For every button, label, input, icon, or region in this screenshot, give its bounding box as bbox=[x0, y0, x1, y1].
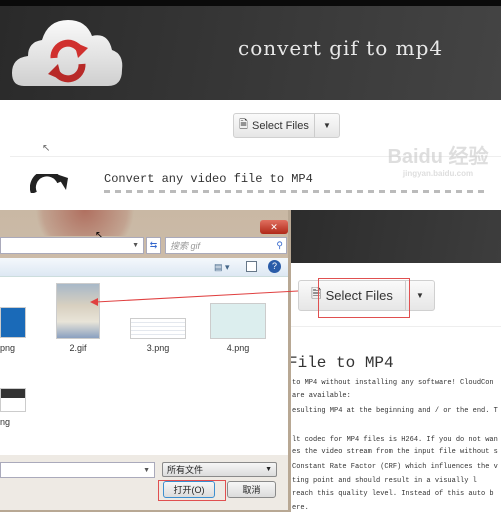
highlight-box-select bbox=[318, 278, 410, 318]
body-text: reach this quality level. Instead of thi… bbox=[292, 490, 494, 498]
search-placeholder: 搜索 gif bbox=[170, 241, 201, 251]
select-files-label: Select Files bbox=[252, 119, 309, 132]
file-name: png bbox=[0, 343, 16, 353]
body-text: lt codec for MP4 files is H264. If you d… bbox=[292, 436, 498, 444]
refresh-icon bbox=[30, 174, 68, 193]
cropped-text-line bbox=[104, 190, 484, 193]
file-thumb[interactable] bbox=[0, 307, 26, 338]
body-text: Constant Rate Factor (CRF) which influen… bbox=[292, 463, 498, 471]
filename-input[interactable]: ▼ bbox=[0, 462, 155, 478]
view-options-icon[interactable]: ▤ ▾ bbox=[214, 262, 230, 273]
search-icon: ⚲ bbox=[276, 240, 283, 250]
address-bar[interactable]: ▼ bbox=[0, 237, 144, 254]
file-thumb[interactable] bbox=[0, 388, 26, 412]
file-thumb[interactable] bbox=[210, 303, 266, 339]
highlight-box-open bbox=[158, 480, 226, 501]
cloud-logo-icon bbox=[12, 20, 123, 86]
file-name: 4.png bbox=[226, 343, 250, 353]
blurred-logo bbox=[20, 210, 150, 236]
file-name: 2.gif bbox=[69, 343, 87, 353]
file-thumb[interactable] bbox=[130, 318, 186, 339]
refresh-button[interactable]: ⇆ bbox=[146, 237, 161, 254]
dropdown-caret-icon[interactable]: ▼ bbox=[406, 291, 434, 300]
mouse-cursor-icon: ↖ bbox=[42, 143, 51, 154]
select-files-button[interactable]: 🗎 Select Files ▼ bbox=[233, 113, 340, 138]
section-heading-2: File to MP4 bbox=[288, 354, 394, 372]
file-type-select[interactable]: 所有文件 ▼ bbox=[162, 462, 277, 477]
body-text: are available: bbox=[292, 392, 351, 400]
search-input[interactable]: 搜索 gif ⚲ bbox=[165, 237, 287, 254]
body-text: to MP4 without installing any software! … bbox=[292, 379, 494, 387]
file-thumb-2gif[interactable] bbox=[56, 283, 100, 339]
file-name: 3.png bbox=[146, 343, 170, 353]
divider bbox=[290, 326, 501, 327]
dialog-toolbar: ▤ ▾ ? bbox=[0, 258, 288, 277]
site-header-2 bbox=[280, 210, 501, 263]
file-list: png 2.gif 3.png 4.png ng bbox=[0, 277, 288, 455]
close-button[interactable]: ✕ bbox=[260, 220, 288, 234]
body-text: ting point and should result in a visual… bbox=[292, 477, 477, 485]
file-add-icon: 🗎 bbox=[239, 119, 248, 131]
cancel-button[interactable]: 取消 bbox=[227, 481, 276, 498]
page-title: convert gif to mp4 bbox=[238, 36, 444, 60]
body-text: esulting MP4 at the beginning and / or t… bbox=[292, 407, 498, 415]
file-name: ng bbox=[0, 417, 11, 427]
help-icon[interactable]: ? bbox=[268, 260, 281, 273]
section-heading: Convert any video file to MP4 bbox=[104, 172, 313, 186]
watermark: Baidu 经验 jingyan.baidu.com bbox=[387, 146, 489, 178]
body-text: es the video stream from the input file … bbox=[292, 448, 498, 456]
chevron-down-icon: ▼ bbox=[265, 466, 272, 473]
preview-pane-icon[interactable] bbox=[246, 261, 257, 272]
dropdown-caret-icon[interactable]: ▼ bbox=[315, 121, 339, 130]
body-text: ere. bbox=[292, 504, 309, 512]
file-type-value: 所有文件 bbox=[167, 465, 204, 475]
